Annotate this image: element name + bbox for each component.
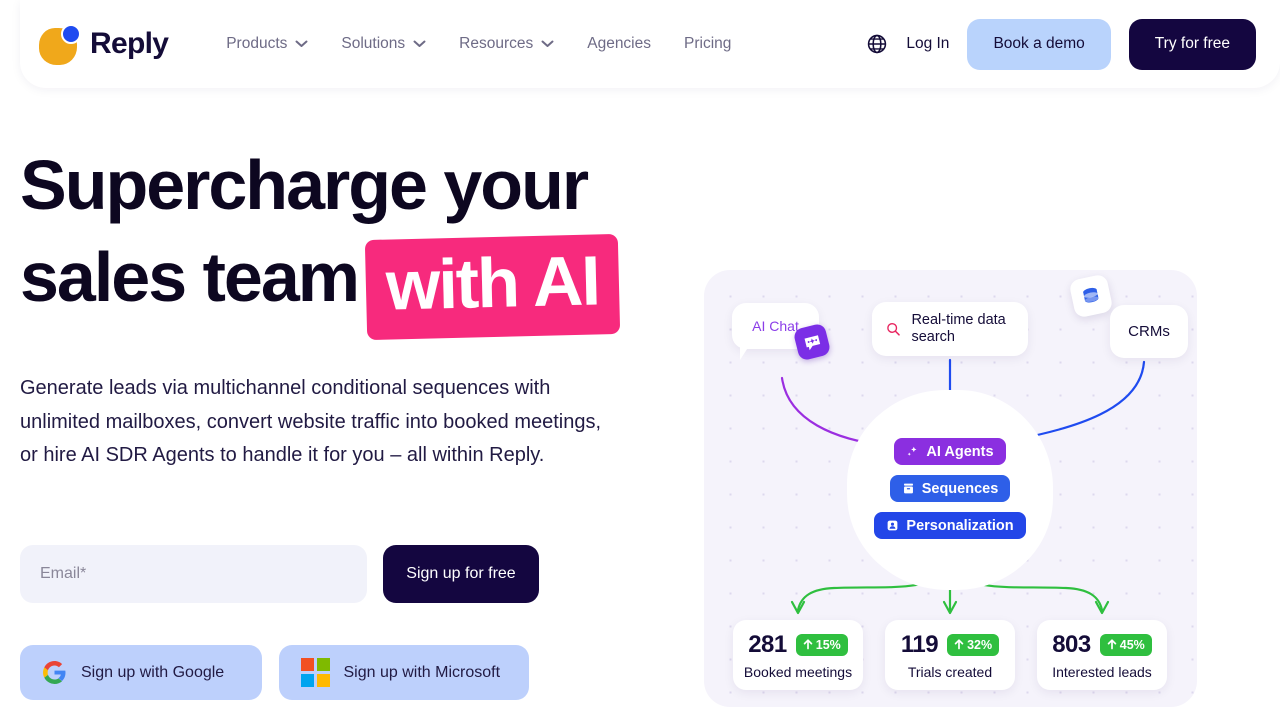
search-icon (887, 322, 900, 336)
nav-item-agencies[interactable]: Agencies (587, 35, 651, 53)
stat-delta: 32% (967, 637, 993, 652)
stat-card-interested-leads: 803 45% Interested leads (1037, 620, 1167, 690)
hero-subtext: Generate leads via multichannel conditio… (20, 377, 602, 466)
chevron-down-icon (413, 40, 426, 47)
nav-item-products[interactable]: Products (226, 35, 308, 53)
stat-value: 281 (748, 630, 787, 658)
microsoft-button-label: Sign up with Microsoft (343, 663, 501, 681)
source-card-crms[interactable]: CRMs (1110, 305, 1188, 358)
nav-label-agencies: Agencies (587, 35, 651, 52)
inbox-icon (903, 483, 913, 494)
book-demo-button[interactable]: Book a demo (967, 18, 1111, 70)
signup-google-button[interactable]: Sign up with Google (20, 645, 262, 700)
nav-label-solutions: Solutions (341, 35, 406, 52)
stat-top-row: 119 32% (900, 630, 1000, 659)
pill-personalization[interactable]: Personalization (874, 512, 1026, 539)
nav-item-resources[interactable]: Resources (459, 35, 554, 53)
main-nav: Products Solutions Resources Agencies Pr… (226, 35, 731, 53)
ai-chat-label: AI Chat (752, 318, 799, 334)
stat-label: Trials created (907, 663, 993, 680)
id-card-icon (888, 520, 898, 531)
site-header: Reply Products Solutions Resources Agenc… (20, 0, 1280, 88)
stat-delta: 45% (1119, 637, 1145, 652)
logo-dot-shape (61, 24, 81, 44)
login-link[interactable]: Log In (906, 35, 949, 53)
stat-label: Interested leads (1052, 663, 1152, 680)
source-card-search[interactable]: Real-time data search (872, 302, 1028, 356)
try-for-free-button[interactable]: Try for free (1128, 18, 1256, 70)
stat-value: 119 (900, 630, 939, 658)
signup-microsoft-button[interactable]: Sign up with Microsoft (279, 645, 529, 700)
header-actions: Log In Book a demo Try for free (866, 18, 1256, 70)
hero-content: Supercharge your sales team with AI Gener… (20, 140, 660, 473)
chat-bubble-tail (740, 346, 749, 360)
crms-label: CRMs (1128, 323, 1170, 340)
reply-logo-icon (39, 24, 81, 65)
arrow-up-icon (1107, 639, 1116, 650)
stat-card-booked-meetings: 281 15% Booked meetings (733, 620, 863, 690)
microsoft-icon (301, 658, 330, 687)
pill-label-personalization: Personalization (906, 517, 1014, 534)
stat-card-trials-created: 119 32% Trials created (885, 620, 1015, 690)
stat-top-row: 281 15% (748, 631, 848, 659)
arrow-up-icon (954, 639, 964, 650)
search-card-label: Real-time data search (911, 311, 1006, 346)
social-signup-row: Sign up with Google Sign up with Microso… (20, 645, 529, 700)
nav-item-solutions[interactable]: Solutions (341, 35, 426, 53)
landing-page: Reply Products Solutions Resources Agenc… (0, 0, 1280, 720)
stat-label: Booked meetings (743, 663, 853, 680)
google-button-label: Sign up with Google (81, 663, 225, 681)
status-badge: 15% (795, 633, 848, 656)
chevron-down-icon (541, 40, 554, 47)
nav-label-resources: Resources (459, 35, 534, 52)
status-badge: 45% (1099, 633, 1152, 656)
sparkle-icon (908, 446, 917, 456)
page-title: Supercharge your sales team with AI (20, 140, 660, 341)
pill-label-ai-agents: AI Agents (926, 443, 994, 460)
stat-delta: 15% (815, 637, 841, 652)
globe-icon[interactable] (866, 33, 888, 55)
nav-label-products: Products (226, 35, 288, 52)
brand-name: Reply (90, 27, 169, 60)
headline-highlight: with AI (364, 233, 621, 341)
stat-top-row: 803 45% (1052, 631, 1152, 659)
headline-line-1: Supercharge your (20, 146, 589, 224)
google-icon (43, 661, 66, 684)
nav-label-pricing: Pricing (684, 35, 732, 52)
pill-label-sequences: Sequences (921, 480, 999, 497)
signup-free-button[interactable]: Sign up for free (383, 545, 539, 603)
signup-form: Sign up for free (20, 545, 539, 603)
product-illustration: AI Chat Real-time data search CRMs AI Ag… (704, 270, 1197, 707)
headline-line-2-text: sales team (20, 238, 360, 316)
stat-value: 803 (1052, 630, 1091, 658)
status-badge: 32% (947, 633, 1000, 656)
pill-ai-agents[interactable]: AI Agents (894, 438, 1006, 465)
arrow-up-icon (803, 639, 812, 650)
headline-line-2: sales team with AI (20, 231, 660, 341)
chevron-down-icon (295, 40, 308, 47)
nav-item-pricing[interactable]: Pricing (684, 35, 731, 53)
pill-sequences[interactable]: Sequences (889, 475, 1011, 502)
brand-logo[interactable]: Reply (39, 24, 169, 65)
email-field[interactable] (20, 545, 367, 603)
capability-pills: AI Agents Sequences Personalization (847, 438, 1053, 539)
